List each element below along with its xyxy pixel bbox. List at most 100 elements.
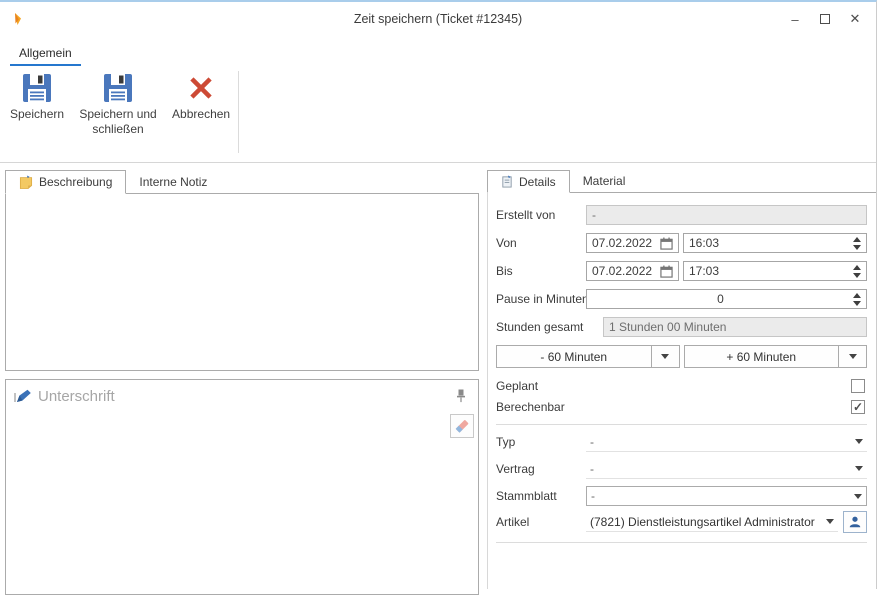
dialog-window: Zeit speichern (Ticket #12345) – ✕ Allge… [0, 0, 877, 589]
stunden-gesamt-label: Stunden gesamt [496, 320, 586, 334]
bis-label: Bis [496, 264, 586, 278]
tab-interne-notiz[interactable]: Interne Notiz [126, 170, 220, 193]
ribbon-tab-allgemein[interactable]: Allgemein [10, 41, 81, 66]
tab-beschreibung-label: Beschreibung [39, 175, 112, 189]
artikel-dropdown[interactable]: (7821) Dienstleistungsartikel Administra… [586, 512, 838, 532]
left-panel: Beschreibung Interne Notiz Unterschrift [5, 170, 479, 595]
von-row: Von 07.02.2022 16:03 [496, 233, 867, 253]
plus-60-split-button: + 60 Minuten [684, 345, 868, 368]
plus-60-dropdown[interactable] [838, 346, 866, 367]
bis-date-picker[interactable]: 07.02.2022 [586, 261, 679, 281]
artikel-person-button[interactable] [843, 511, 867, 533]
chevron-down-icon [855, 466, 863, 471]
cancel-button[interactable]: Abbrechen [168, 68, 234, 159]
window-controls: – ✕ [780, 6, 870, 32]
red-x-icon [185, 72, 217, 104]
bis-time-value: 17:03 [689, 264, 719, 278]
maximize-button[interactable] [810, 6, 840, 32]
stammblatt-dropdown[interactable]: - [586, 486, 867, 506]
save-button-label: Speichern [10, 107, 64, 122]
description-text-area[interactable] [5, 193, 479, 371]
berechenbar-checkbox[interactable]: ✓ [851, 400, 865, 414]
step-down-icon [853, 273, 861, 278]
app-icon [10, 11, 26, 27]
typ-row: Typ - [496, 432, 867, 452]
typ-label: Typ [496, 435, 586, 449]
chevron-down-icon [854, 494, 862, 499]
save-button[interactable]: Speichern [6, 68, 68, 159]
tab-interne-notiz-label: Interne Notiz [139, 175, 207, 189]
minus-60-dropdown[interactable] [651, 346, 679, 367]
artikel-row: Artikel (7821) Dienstleistungsartikel Ad… [496, 511, 867, 533]
minus-60-split-button: - 60 Minuten [496, 345, 680, 368]
plus-60-button[interactable]: + 60 Minuten [685, 346, 839, 367]
vertrag-dropdown[interactable]: - [586, 459, 867, 479]
geplant-checkbox[interactable] [851, 379, 865, 393]
signature-panel[interactable]: Unterschrift [5, 379, 479, 595]
von-time-value: 16:03 [689, 236, 719, 250]
von-date-value: 07.02.2022 [592, 236, 652, 250]
signature-pen-icon [14, 389, 32, 405]
minimize-icon: – [791, 12, 798, 27]
erstellt-von-row: Erstellt von - [496, 205, 867, 225]
stunden-gesamt-field: 1 Stunden 00 Minuten [603, 317, 867, 337]
bis-time-field[interactable]: 17:03 [683, 261, 867, 281]
erstellt-von-label: Erstellt von [496, 208, 586, 222]
signature-header: Unterschrift [6, 380, 478, 405]
von-date-picker[interactable]: 07.02.2022 [586, 233, 679, 253]
floppy-disk-icon [102, 72, 134, 104]
main-content: Beschreibung Interne Notiz Unterschrift [0, 163, 876, 589]
stunden-gesamt-row: Stunden gesamt 1 Stunden 00 Minuten [496, 317, 867, 337]
calendar-icon[interactable] [660, 237, 673, 250]
stammblatt-value: - [591, 489, 595, 503]
stammblatt-row: Stammblatt - [496, 486, 867, 506]
tab-material[interactable]: Material [570, 170, 639, 192]
tab-details[interactable]: Details [487, 170, 570, 193]
tab-details-label: Details [519, 175, 556, 189]
calendar-icon[interactable] [660, 265, 673, 278]
erase-signature-button[interactable] [450, 414, 474, 438]
von-time-field[interactable]: 16:03 [683, 233, 867, 253]
bis-date-value: 07.02.2022 [592, 264, 652, 278]
step-down-icon [853, 245, 861, 250]
sticky-note-icon [19, 175, 33, 189]
stammblatt-label: Stammblatt [496, 489, 586, 503]
eraser-icon [454, 418, 470, 434]
pause-stepper[interactable] [849, 293, 861, 306]
maximize-icon [820, 14, 830, 24]
pause-label: Pause in Minuten [496, 292, 586, 306]
ribbon-tab-strip: Allgemein [0, 36, 876, 66]
right-panel: Details Material Erstellt von - Von 07.0… [487, 170, 876, 589]
window-title: Zeit speichern (Ticket #12345) [0, 12, 876, 26]
von-time-stepper[interactable] [849, 237, 861, 250]
artikel-value: (7821) Dienstleistungsartikel Administra… [590, 515, 815, 529]
divider [496, 542, 867, 543]
erstellt-von-value: - [592, 208, 596, 222]
step-up-icon [853, 265, 861, 270]
stunden-gesamt-value: 1 Stunden 00 Minuten [609, 320, 726, 334]
minimize-button[interactable]: – [780, 6, 810, 32]
typ-value: - [590, 435, 594, 449]
erstellt-von-field: - [586, 205, 867, 225]
berechenbar-label: Berechenbar [496, 400, 565, 414]
tab-material-label: Material [583, 174, 626, 188]
step-up-icon [853, 237, 861, 242]
chevron-down-icon [855, 439, 863, 444]
step-down-icon [853, 301, 861, 306]
close-button[interactable]: ✕ [840, 6, 870, 32]
bis-row: Bis 07.02.2022 17:03 [496, 261, 867, 281]
vertrag-label: Vertrag [496, 462, 586, 476]
document-icon [501, 175, 513, 188]
vertrag-value: - [590, 462, 594, 476]
tab-beschreibung[interactable]: Beschreibung [5, 170, 126, 194]
pin-icon[interactable] [456, 389, 466, 403]
von-label: Von [496, 236, 586, 250]
floppy-disk-icon [21, 72, 53, 104]
bis-time-stepper[interactable] [849, 265, 861, 278]
save-and-close-button[interactable]: Speichern und schließen [68, 68, 168, 159]
minus-60-button[interactable]: - 60 Minuten [497, 346, 651, 367]
berechenbar-row: Berechenbar ✓ [496, 399, 867, 415]
typ-dropdown[interactable]: - [586, 432, 867, 452]
pause-value: 0 [717, 292, 724, 306]
pause-field[interactable]: 0 [586, 289, 867, 309]
